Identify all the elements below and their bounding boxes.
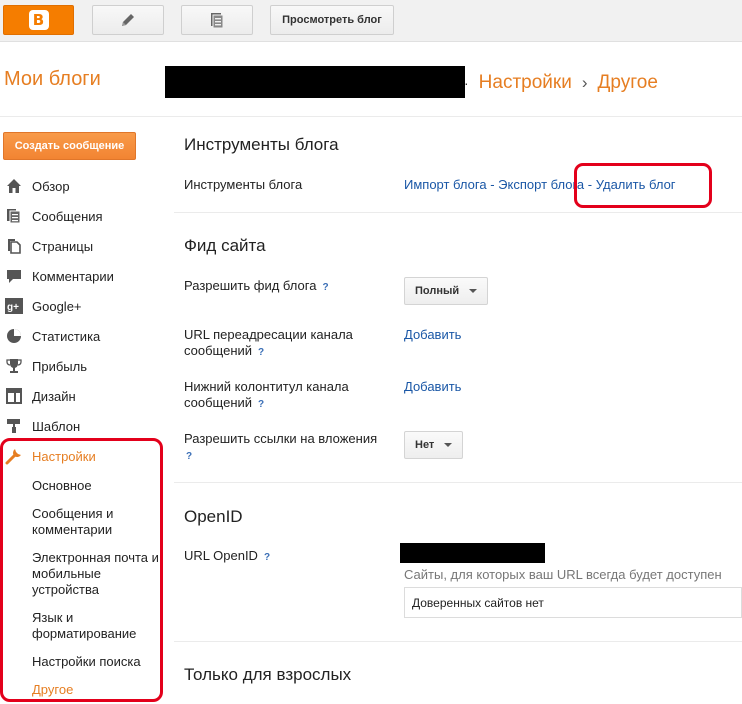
allow-feed-select[interactable]: Полный <box>404 277 489 305</box>
svg-text:g+: g+ <box>7 302 19 313</box>
divider <box>174 212 742 213</box>
section-title-adult: Только для взрослых <box>184 665 352 684</box>
divider <box>174 641 742 642</box>
section-title-site-feed: Фид сайта <box>184 236 266 255</box>
layout-icon <box>4 387 24 405</box>
highlight-settings-box <box>0 438 163 702</box>
header-divider <box>0 116 742 117</box>
sidebar-item-earnings[interactable]: Прибыль <box>4 356 87 376</box>
view-blog-button[interactable]: Просмотреть блог <box>270 5 394 35</box>
section-title-blog-tools: Инструменты блога <box>184 135 339 154</box>
sidebar-item-overview[interactable]: Обзор <box>4 176 70 196</box>
section-title-openid: OpenID <box>184 507 243 526</box>
sidebar-item-comments[interactable]: Комментарии <box>4 266 114 286</box>
trophy-icon <box>4 357 24 375</box>
breadcrumb-dot: · <box>464 75 469 91</box>
blogger-logo-button[interactable]: B <box>3 5 74 35</box>
blogger-logo-icon: B <box>28 10 49 30</box>
openid-url-label: URL OpenID? <box>184 548 271 563</box>
trusted-sites-box: Доверенных сайтов нет <box>404 587 742 618</box>
home-icon <box>4 177 24 195</box>
help-icon[interactable]: ? <box>258 399 264 410</box>
my-blogs-link[interactable]: Мои блоги <box>4 68 101 91</box>
top-toolbar: B Просмотреть блог <box>0 0 742 42</box>
comments-icon <box>4 267 24 285</box>
openid-note: Сайты, для которых ваш URL всегда будет … <box>404 567 722 582</box>
help-icon[interactable]: ? <box>186 451 192 462</box>
divider <box>174 482 742 483</box>
sidebar-item-template[interactable]: Шаблон <box>4 416 80 436</box>
google-plus-icon: g+ <box>4 297 24 315</box>
import-blog-link[interactable]: Импорт блога <box>404 177 487 192</box>
chevron-down-icon <box>469 289 478 293</box>
chevron-down-icon <box>444 443 453 447</box>
allow-feed-label: Разрешить фид блога? <box>184 278 329 293</box>
sidebar-item-pages[interactable]: Страницы <box>4 236 93 256</box>
redacted-openid-url <box>400 543 545 563</box>
pages-icon <box>4 237 24 255</box>
feed-footer-label: Нижний колонтитул канала сообщений? <box>184 379 349 410</box>
export-blog-link[interactable]: Экспорт блога <box>498 177 584 192</box>
breadcrumb-other: Другое <box>597 72 658 93</box>
breadcrumb: · Настройки › Другое <box>464 72 658 94</box>
highlight-delete-box <box>574 163 712 208</box>
redirect-add-link[interactable]: Добавить <box>404 327 461 343</box>
sidebar-item-stats[interactable]: Статистика <box>4 326 100 346</box>
posts-list-button[interactable] <box>181 5 253 35</box>
posts-list-icon <box>211 13 224 29</box>
breadcrumb-settings[interactable]: Настройки <box>479 72 572 94</box>
new-post-button[interactable] <box>92 5 164 35</box>
posts-icon <box>4 207 24 225</box>
help-icon[interactable]: ? <box>322 282 328 293</box>
help-icon[interactable]: ? <box>264 552 270 563</box>
redirect-url-label: URL переадресации канала сообщений? <box>184 327 353 358</box>
sidebar-item-layout[interactable]: Дизайн <box>4 386 76 406</box>
redacted-blog-name <box>165 66 465 98</box>
footer-add-link[interactable]: Добавить <box>404 379 461 395</box>
breadcrumb-separator: › <box>581 73 588 92</box>
sidebar-item-google-plus[interactable]: g+ Google+ <box>4 296 82 316</box>
help-icon[interactable]: ? <box>258 347 264 358</box>
stats-icon <box>4 327 24 345</box>
enclosure-links-select[interactable]: Нет <box>404 431 464 459</box>
sidebar-item-posts[interactable]: Сообщения <box>4 206 103 226</box>
pencil-icon <box>122 14 134 26</box>
template-icon <box>4 417 24 435</box>
blog-tools-label: Инструменты блога <box>184 177 303 192</box>
create-post-button[interactable]: Создать сообщение <box>3 132 136 160</box>
enclosure-links-label: Разрешить ссылки на вложения? <box>184 431 378 462</box>
